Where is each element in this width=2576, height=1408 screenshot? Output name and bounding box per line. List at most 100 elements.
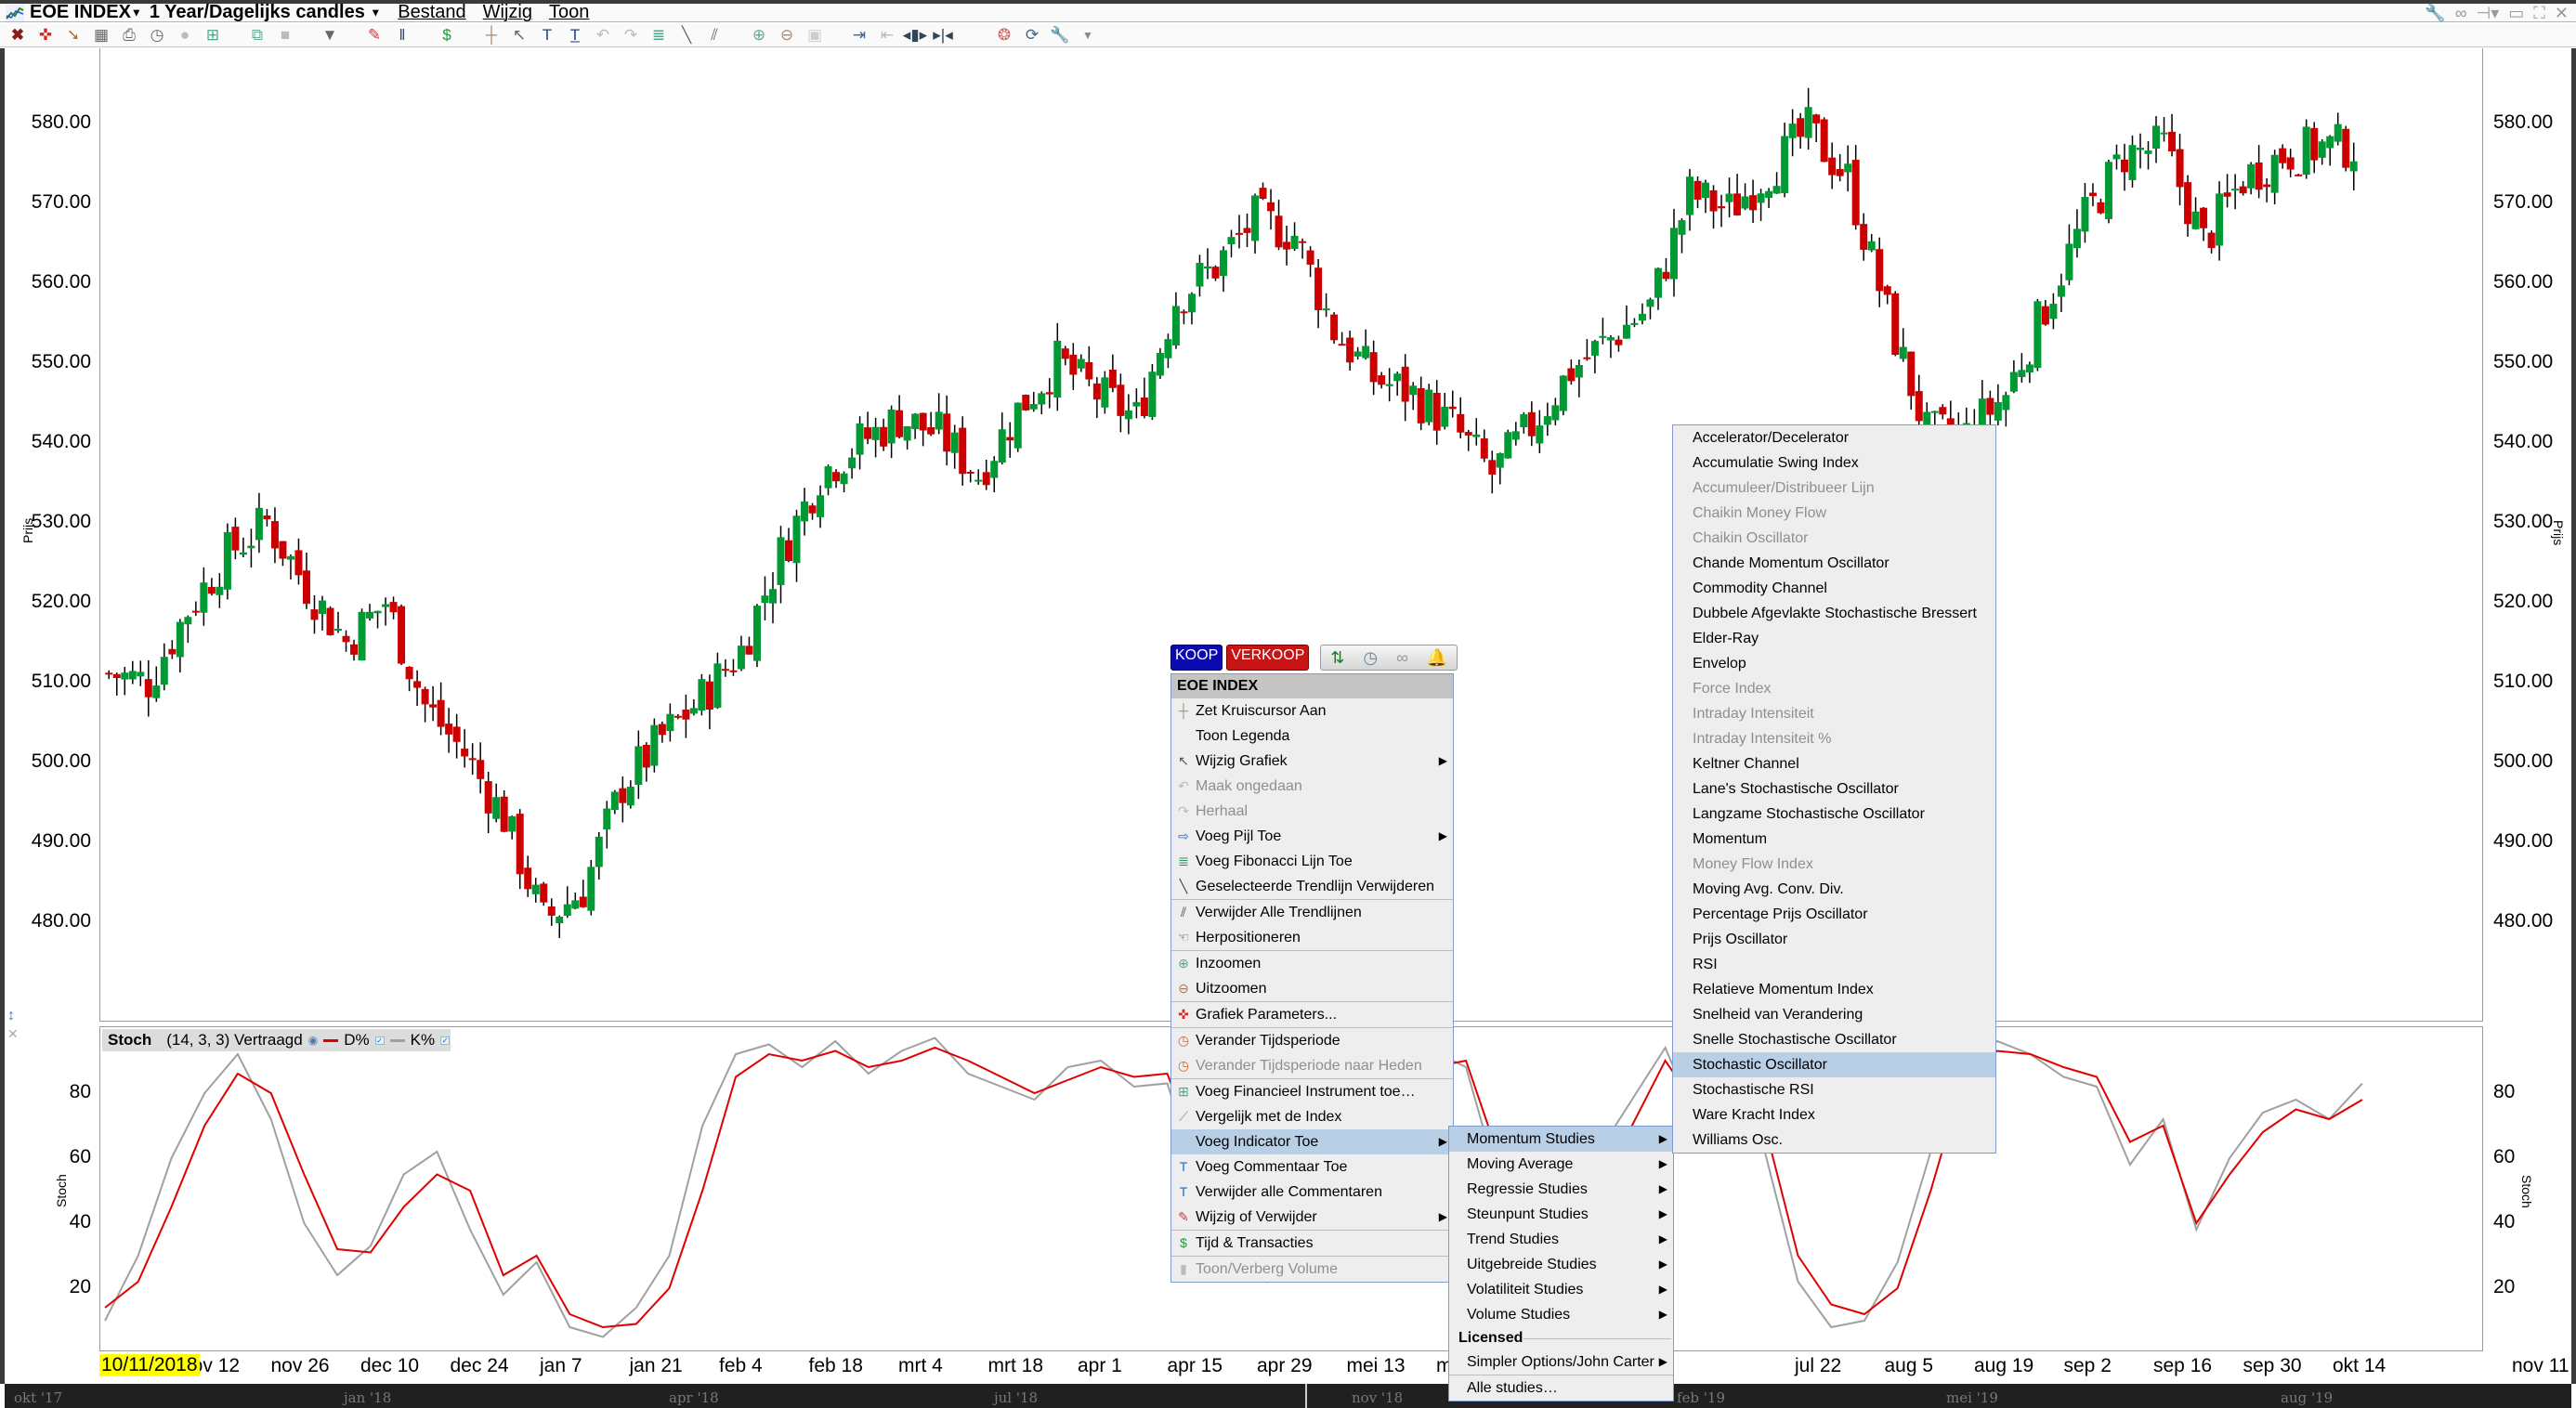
redo-icon[interactable]: ↷: [617, 24, 645, 46]
d-checkbox[interactable]: ✓: [374, 1036, 385, 1045]
momentum-study-item[interactable]: Percentage Prijs Oscillator: [1673, 902, 1995, 927]
pencil-icon[interactable]: ✎: [360, 24, 388, 46]
grid-icon[interactable]: ▦: [87, 24, 115, 46]
momentum-study-item[interactable]: Commodity Channel: [1673, 576, 1995, 601]
momentum-study-item[interactable]: Snelle Stochastische Oscillator: [1673, 1027, 1995, 1052]
momentum-study-item[interactable]: Stochastic Oscillator: [1673, 1052, 1995, 1077]
menu-item-vergelijk-met-de-index[interactable]: ⟋ Vergelijk met de Index: [1171, 1104, 1453, 1129]
momentum-study-item[interactable]: Prijs Oscillator: [1673, 927, 1995, 952]
indicator-category-item[interactable]: Momentum Studies ▶: [1449, 1127, 1673, 1152]
zoom-in-icon[interactable]: ⊕: [745, 24, 773, 46]
momentum-study-item[interactable]: Lane's Stochastische Oscillator: [1673, 776, 1995, 802]
maximize-icon[interactable]: ⛶: [2533, 4, 2545, 23]
close-chart-icon[interactable]: ✖: [4, 24, 32, 46]
pin-icon[interactable]: ⊣▾: [2477, 4, 2500, 23]
bell-icon[interactable]: 🔔: [1427, 648, 1447, 668]
momentum-study-item[interactable]: RSI: [1673, 952, 1995, 977]
crosshair-plus-icon[interactable]: ┼: [477, 24, 505, 46]
bars-icon[interactable]: ‖: [388, 24, 416, 46]
symbol-selector[interactable]: EOE INDEX▼: [30, 2, 142, 23]
minimize-icon[interactable]: ▭: [2508, 4, 2524, 23]
updown-arrows-icon[interactable]: ⇅: [1330, 648, 1344, 668]
indicator-category-item[interactable]: Uitgebreide Studies ▶: [1449, 1252, 1673, 1277]
alarm-clock-icon[interactable]: ◷: [1363, 648, 1378, 668]
print-icon[interactable]: ⎙: [115, 24, 143, 46]
collapse-icon[interactable]: ▸|◂: [929, 24, 957, 46]
momentum-study-item[interactable]: Ware Kracht Index: [1673, 1102, 1995, 1128]
wrench-icon[interactable]: 🔧: [2425, 4, 2445, 23]
momentum-study-item[interactable]: Relatieve Momentum Index: [1673, 977, 1995, 1002]
indicator-category-item[interactable]: Steunpunt Studies ▶: [1449, 1202, 1673, 1227]
momentum-study-item[interactable]: Elder-Ray: [1673, 626, 1995, 651]
indicator-category-item[interactable]: Volume Studies ▶: [1449, 1302, 1673, 1327]
add-pane-icon[interactable]: ↕: [7, 1008, 15, 1024]
momentum-study-item[interactable]: Chande Momentum Oscillator: [1673, 551, 1995, 576]
momentum-study-item[interactable]: Accumulatie Swing Index: [1673, 450, 1995, 476]
menu-item-grafiek-parameters[interactable]: ✜ Grafiek Parameters...: [1171, 1002, 1453, 1027]
momentum-study-item[interactable]: Dubbele Afgevlakte Stochastische Bresser…: [1673, 601, 1995, 626]
indicator-category-item[interactable]: Volatiliteit Studies ▶: [1449, 1277, 1673, 1302]
all-studies-item[interactable]: Alle studies…: [1449, 1375, 1673, 1401]
clock-icon[interactable]: ◷: [143, 24, 171, 46]
square-icon[interactable]: ■: [271, 24, 299, 46]
momentum-study-item[interactable]: Envelop: [1673, 651, 1995, 676]
zoom-out-icon[interactable]: ⊖: [773, 24, 801, 46]
dollar-icon[interactable]: $: [433, 24, 461, 46]
time-scrollbar[interactable]: okt '17 jan '18 apr '18 jul '18 nov '18 feb '…: [5, 1384, 2571, 1408]
licensed-item[interactable]: Simpler Options/John Carter ▶: [1449, 1349, 1673, 1375]
scroll-right-icon[interactable]: ⇥: [845, 24, 873, 46]
text-icon[interactable]: T: [533, 24, 561, 46]
trendline-delete-icon[interactable]: ╲: [673, 24, 700, 46]
scrollbar-thumb[interactable]: [1305, 1384, 1307, 1408]
menu-wijzig[interactable]: Wijzig: [483, 2, 532, 23]
scroll-left-icon[interactable]: ⇤: [873, 24, 901, 46]
menu-item-wijzig-grafiek[interactable]: ↖ Wijzig Grafiek ▶: [1171, 749, 1453, 774]
momentum-study-item[interactable]: Accelerator/Decelerator: [1673, 425, 1995, 450]
fibonacci-icon[interactable]: ≣: [645, 24, 673, 46]
colors-icon[interactable]: ❂: [990, 24, 1018, 46]
menu-item-voeg-fibonacci-lijn-toe[interactable]: ≣ Voeg Fibonacci Lijn Toe: [1171, 849, 1453, 874]
delete-text-icon[interactable]: T̲: [561, 24, 589, 46]
momentum-study-item[interactable]: Snelheid van Verandering: [1673, 1002, 1995, 1027]
refresh-icon[interactable]: ⟳: [1018, 24, 1046, 46]
momentum-study-item[interactable]: Langzame Stochastische Oscillator: [1673, 802, 1995, 827]
indicator-category-item[interactable]: Regressie Studies ▶: [1449, 1177, 1673, 1202]
momentum-study-item[interactable]: Moving Avg. Conv. Div.: [1673, 877, 1995, 902]
momentum-study-item[interactable]: Keltner Channel: [1673, 751, 1995, 776]
menu-item-tijd-transacties[interactable]: $ Tijd & Transacties: [1171, 1231, 1453, 1256]
pointer-icon[interactable]: ➘: [59, 24, 87, 46]
menu-item-wijzig-of-verwijder[interactable]: ✎ Wijzig of Verwijder ▶: [1171, 1205, 1453, 1230]
menu-item-verander-tijdsperiode[interactable]: ◷ Verander Tijdsperiode: [1171, 1028, 1453, 1053]
fit-icon[interactable]: ▣: [801, 24, 829, 46]
settings-icon[interactable]: ◉: [308, 1034, 318, 1047]
menu-item-inzoomen[interactable]: ⊕ Inzoomen: [1171, 951, 1453, 976]
link-icon[interactable]: ∞: [2455, 4, 2467, 23]
close-icon[interactable]: ✕: [2555, 4, 2569, 23]
menu-item-voeg-indicator-toe[interactable]: Voeg Indicator Toe ▶: [1171, 1129, 1453, 1154]
sell-button[interactable]: VERKOOP: [1226, 645, 1310, 671]
menu-item-voeg-pijl-toe[interactable]: ⇨ Voeg Pijl Toe ▶: [1171, 824, 1453, 849]
menu-item-verwijder-alle-commentaren[interactable]: T Verwijder alle Commentaren: [1171, 1180, 1453, 1205]
menu-item-uitzoomen[interactable]: ⊖ Uitzoomen: [1171, 976, 1453, 1001]
menu-item-herpositioneren[interactable]: ☜ Herpositioneren: [1171, 925, 1453, 950]
compare-icon[interactable]: ⧉: [243, 24, 271, 46]
momentum-study-item[interactable]: Williams Osc.: [1673, 1128, 1995, 1153]
menu-item-geselecteerde-trendlijn-verwijderen[interactable]: ╲ Geselecteerde Trendlijn Verwijderen: [1171, 874, 1453, 899]
wrench-icon[interactable]: 🔧: [1046, 24, 1074, 46]
menu-toon[interactable]: Toon: [549, 2, 589, 23]
more-icon[interactable]: ▼: [1074, 24, 1102, 46]
k-checkbox[interactable]: ✓: [440, 1036, 451, 1045]
add-instrument-icon[interactable]: ⊞: [199, 24, 227, 46]
menu-item-verwijder-alle-trendlijnen[interactable]: ⫽ Verwijder Alle Trendlijnen: [1171, 900, 1453, 925]
momentum-study-item[interactable]: Stochastische RSI: [1673, 1077, 1995, 1102]
momentum-study-item[interactable]: Momentum: [1673, 827, 1995, 852]
remove-pane-icon[interactable]: ✕: [7, 1026, 19, 1042]
expand-icon[interactable]: ◂▮▸: [901, 24, 929, 46]
undo-icon[interactable]: ↶: [589, 24, 617, 46]
menu-item-voeg-financieel-instrument-toe[interactable]: ⊞ Voeg Financieel Instrument toe…: [1171, 1079, 1453, 1104]
buy-button[interactable]: KOOP: [1170, 645, 1223, 671]
link-icon[interactable]: ∞: [1396, 648, 1408, 668]
period-selector[interactable]: 1 Year/Dagelijks candles ▼: [150, 2, 381, 23]
menu-item-zet-kruiscursor-aan[interactable]: ┼ Zet Kruiscursor Aan: [1171, 698, 1453, 724]
crosshair-icon[interactable]: ✜: [32, 24, 59, 46]
